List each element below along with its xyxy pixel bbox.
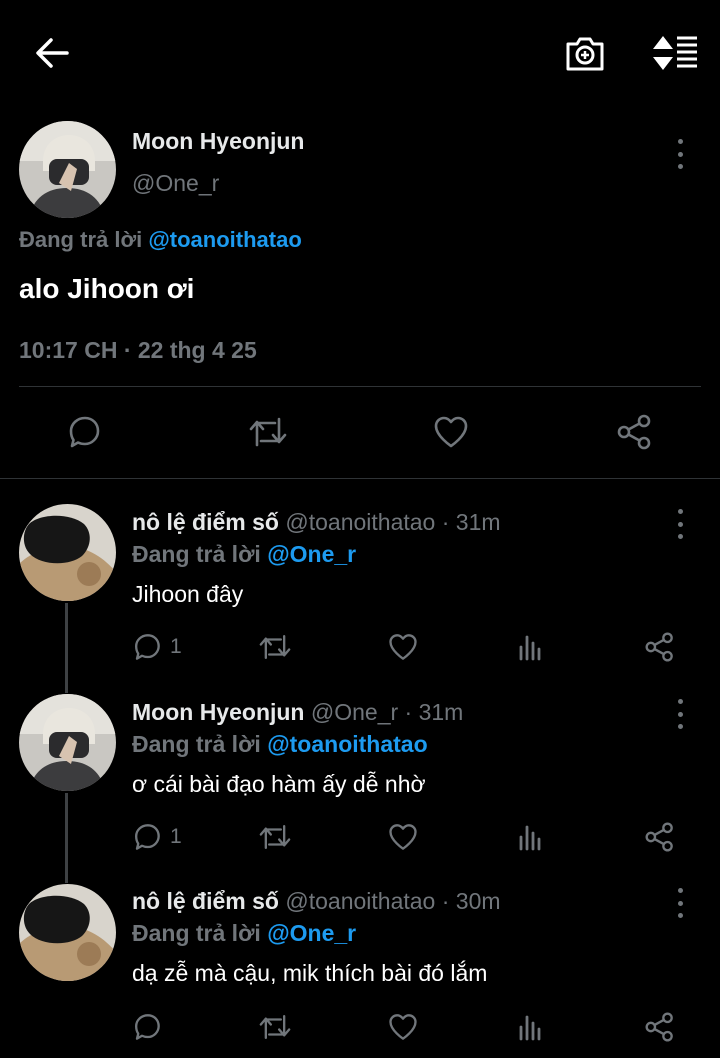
reply-text: ơ cái bài đạo hàm ấy dễ nhờ	[132, 771, 426, 797]
reply-count: 1	[170, 635, 182, 658]
like-icon[interactable]	[387, 1012, 419, 1042]
share-icon[interactable]	[644, 822, 676, 852]
retweet-icon[interactable]	[258, 822, 292, 852]
more-options-icon[interactable]	[668, 699, 692, 729]
tweet-timestamp[interactable]: 10:17 CH · 22 thg 4 25	[19, 337, 257, 364]
reply-icon[interactable]	[132, 1012, 162, 1042]
tweet-text: alo Jihoon ơi	[19, 273, 195, 304]
reply-header: nô lệ điểm số @toanoithatao · 31m	[132, 509, 501, 536]
reply-author-handle[interactable]: @toanoithatao	[285, 888, 435, 914]
replying-prefix: Đang trả lời	[132, 541, 261, 567]
reply-author-name[interactable]: nô lệ điểm số	[132, 509, 279, 535]
replying-to-link[interactable]: @One_r	[267, 920, 356, 946]
replying-to-line: Đang trả lời @toanoithatao	[19, 227, 302, 253]
reply-action[interactable]	[132, 1012, 170, 1042]
replying-to-link[interactable]: @toanoithatao	[267, 731, 427, 757]
author-handle[interactable]: @One_r	[132, 170, 219, 197]
reply-header: nô lệ điểm số @toanoithatao · 30m	[132, 888, 501, 915]
top-bar	[0, 0, 720, 105]
reply-text: Jihoon đây	[132, 581, 244, 607]
share-icon[interactable]	[644, 1012, 676, 1042]
reply-icon[interactable]	[132, 822, 162, 852]
reply-icon[interactable]	[66, 414, 102, 450]
reply-time: · 31m	[404, 699, 464, 725]
replying-prefix: Đang trả lời	[132, 920, 261, 946]
reply-header: Moon Hyeonjun @One_r · 31m	[132, 699, 463, 726]
reply-icon[interactable]	[132, 632, 162, 662]
retweet-icon[interactable]	[258, 632, 292, 662]
like-icon[interactable]	[387, 822, 419, 852]
replying-to-line: Đang trả lời @toanoithatao	[132, 731, 428, 758]
arrow-left-icon[interactable]	[34, 36, 70, 70]
reply-count: 1	[170, 825, 182, 848]
camera-plus-icon[interactable]	[564, 34, 606, 72]
share-icon[interactable]	[616, 414, 654, 450]
retweet-icon[interactable]	[258, 1012, 292, 1042]
replying-prefix: Đang trả lời	[132, 731, 261, 757]
sort-lines-icon[interactable]	[650, 34, 700, 72]
thread-line	[65, 603, 68, 693]
reply-text: dạ zễ mà cậu, mik thích bài đó lắm	[132, 960, 488, 986]
reply-time: · 30m	[441, 888, 501, 914]
views-icon[interactable]	[518, 633, 544, 661]
replying-to-line: Đang trả lời @One_r	[132, 541, 356, 568]
reply-author-handle[interactable]: @toanoithatao	[285, 509, 435, 535]
reply-author-name[interactable]: Moon Hyeonjun	[132, 699, 304, 725]
avatar[interactable]	[19, 121, 116, 218]
thread-line	[65, 793, 68, 883]
more-options-icon[interactable]	[668, 888, 692, 918]
reply-action[interactable]: 1	[132, 822, 182, 852]
avatar[interactable]	[19, 504, 116, 601]
avatar[interactable]	[19, 884, 116, 981]
reply-author-name[interactable]: nô lệ điểm số	[132, 888, 279, 914]
replying-prefix: Đang trả lời	[19, 227, 143, 252]
reply-time: · 31m	[441, 509, 501, 535]
reply-author-handle[interactable]: @One_r	[311, 699, 398, 725]
divider	[19, 386, 701, 387]
retweet-icon[interactable]	[248, 414, 288, 450]
avatar[interactable]	[19, 694, 116, 791]
replying-to-link[interactable]: @toanoithatao	[148, 227, 301, 252]
share-icon[interactable]	[644, 632, 676, 662]
replying-to-line: Đang trả lời @One_r	[132, 920, 356, 947]
reply-action[interactable]: 1	[132, 632, 182, 662]
divider	[0, 478, 720, 479]
views-icon[interactable]	[518, 823, 544, 851]
replying-to-link[interactable]: @One_r	[267, 541, 356, 567]
like-icon[interactable]	[387, 632, 419, 662]
author-name[interactable]: Moon Hyeonjun	[132, 128, 304, 155]
like-icon[interactable]	[432, 414, 470, 450]
more-options-icon[interactable]	[668, 509, 692, 539]
views-icon[interactable]	[518, 1013, 544, 1041]
more-options-icon[interactable]	[668, 139, 692, 169]
